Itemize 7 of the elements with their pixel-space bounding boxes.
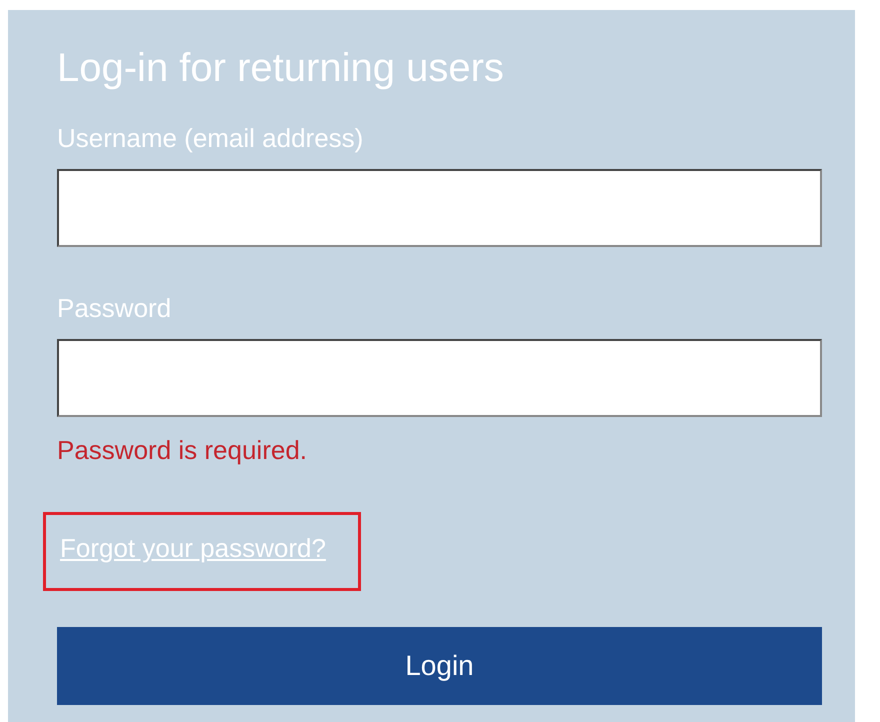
error-message: Password is required. xyxy=(57,437,308,463)
form-title: Log-in for returning users xyxy=(57,48,505,88)
field-label: Password xyxy=(57,295,172,321)
login-button[interactable]: Login xyxy=(57,627,822,705)
input-field[interactable] xyxy=(57,339,822,417)
field-label: Username (email address) xyxy=(57,125,364,151)
input-field[interactable] xyxy=(57,169,822,247)
